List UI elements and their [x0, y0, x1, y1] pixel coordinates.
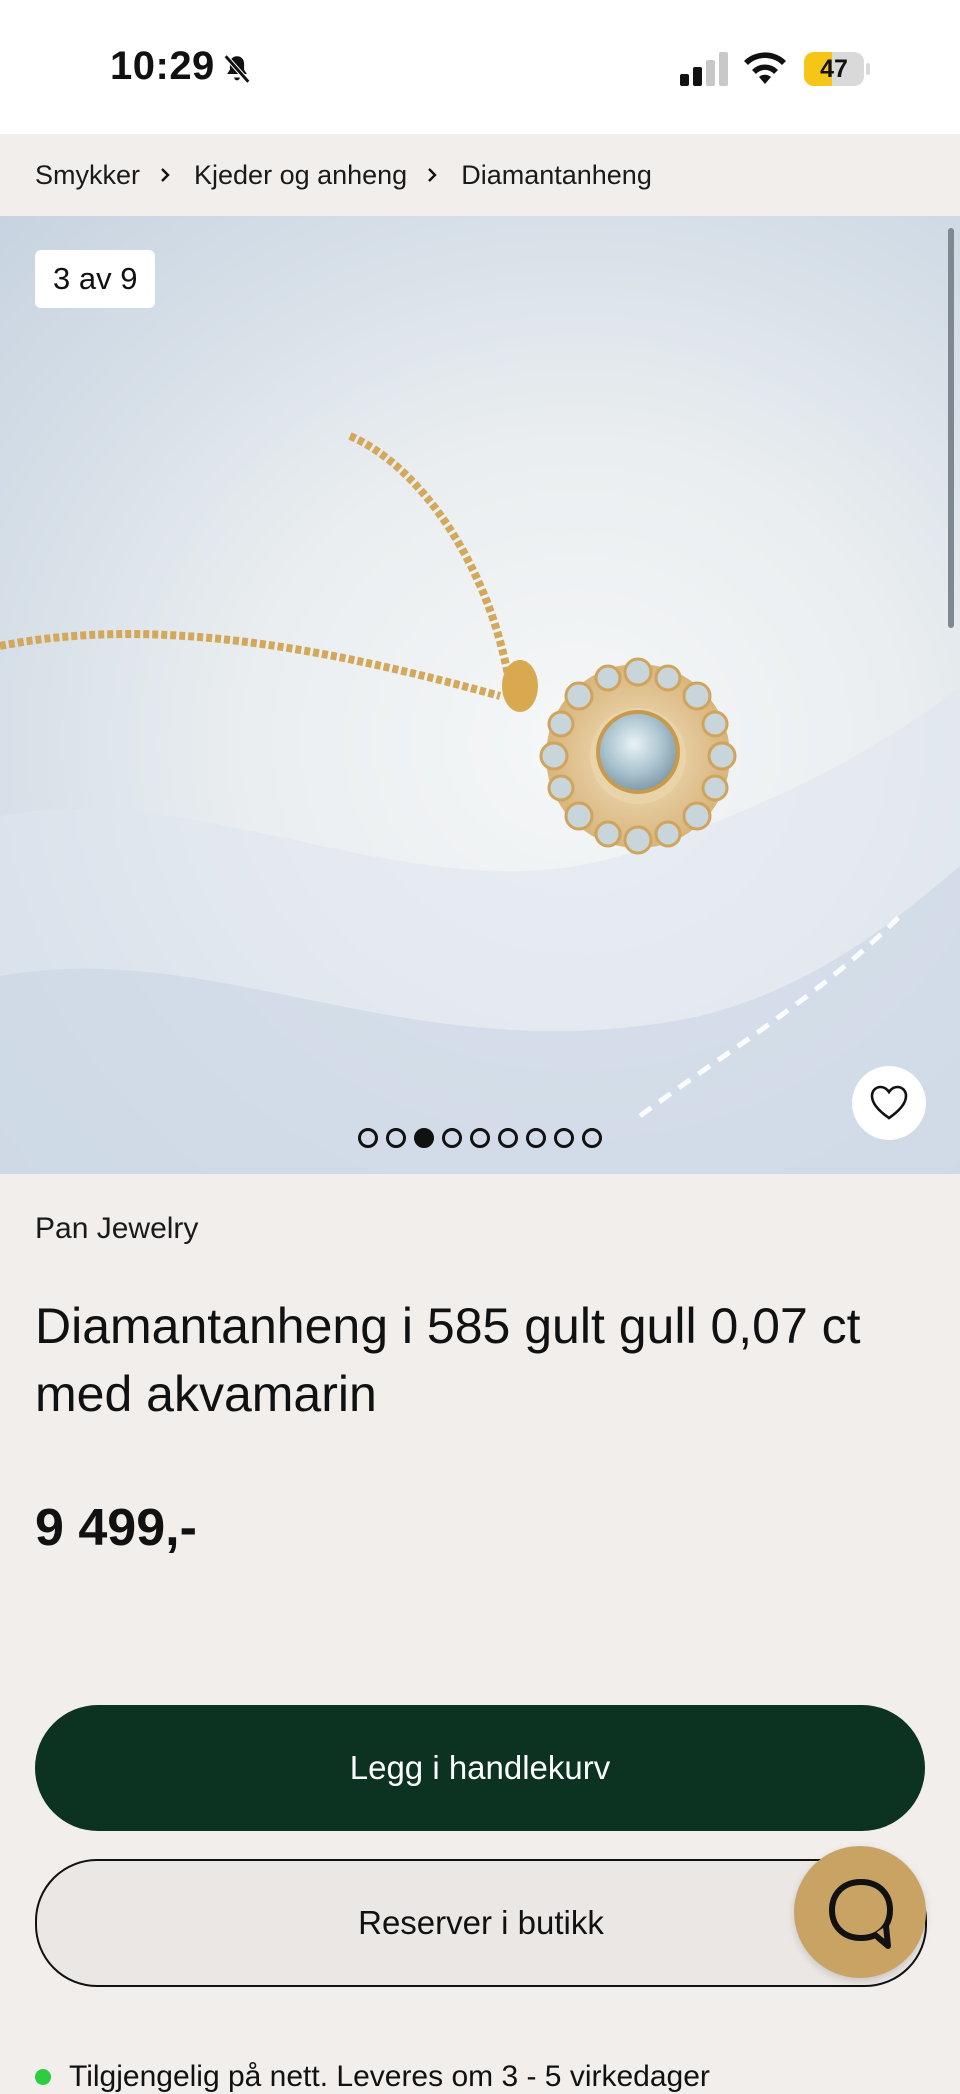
gallery-dot[interactable] [526, 1128, 546, 1148]
availability-dot-icon [35, 2069, 51, 2085]
product-brand[interactable]: Pan Jewelry [35, 1212, 198, 1246]
availability-status: Tilgjengelig på nett. Leveres om 3 - 5 v… [35, 2060, 710, 2094]
breadcrumb-item-current[interactable]: Diamantanheng [461, 160, 652, 191]
product-price: 9 499,- [35, 1499, 197, 1557]
product-image-gallery[interactable]: 3 av 9 [0, 216, 960, 1174]
bell-muted-icon [223, 54, 251, 84]
product-title: Diamantanheng i 585 gult gull 0,07 ct me… [35, 1298, 861, 1422]
image-counter: 3 av 9 [35, 250, 156, 308]
gallery-pagination [0, 1128, 960, 1156]
breadcrumb-item-kjeder[interactable]: Kjeder og anheng [194, 160, 407, 191]
add-to-cart-button[interactable]: Legg i handlekurv [35, 1705, 925, 1831]
wifi-icon [744, 52, 786, 84]
battery-level: 47 [820, 55, 848, 83]
gallery-dot[interactable] [358, 1128, 378, 1148]
battery-icon: 47 [804, 52, 870, 86]
product-image [0, 432, 960, 1174]
chat-icon [828, 1878, 894, 1949]
gallery-dot[interactable] [498, 1128, 518, 1148]
gallery-dot[interactable] [582, 1128, 602, 1148]
status-time: 10:29 [110, 44, 215, 88]
breadcrumb-item-smykker[interactable]: Smykker [35, 160, 140, 191]
chevron-right-icon [161, 168, 170, 182]
gallery-dot[interactable] [414, 1128, 434, 1148]
chevron-right-icon [428, 168, 437, 182]
gallery-dot[interactable] [442, 1128, 462, 1148]
status-bar: 10:29 47 [0, 0, 960, 134]
reserve-in-store-button[interactable]: Reserver i butikk [35, 1859, 927, 1987]
gallery-dot[interactable] [386, 1128, 406, 1148]
breadcrumb: Smykker Kjeder og anheng Diamantanheng [0, 134, 960, 216]
availability-text: Tilgjengelig på nett. Leveres om 3 - 5 v… [69, 2060, 710, 2093]
chat-button[interactable] [794, 1846, 926, 1978]
heart-icon [870, 1085, 908, 1120]
favorite-button[interactable] [852, 1066, 926, 1140]
gallery-dot[interactable] [470, 1128, 490, 1148]
signal-icon [680, 52, 728, 86]
gallery-dot[interactable] [554, 1128, 574, 1148]
scrollbar[interactable] [948, 228, 954, 628]
